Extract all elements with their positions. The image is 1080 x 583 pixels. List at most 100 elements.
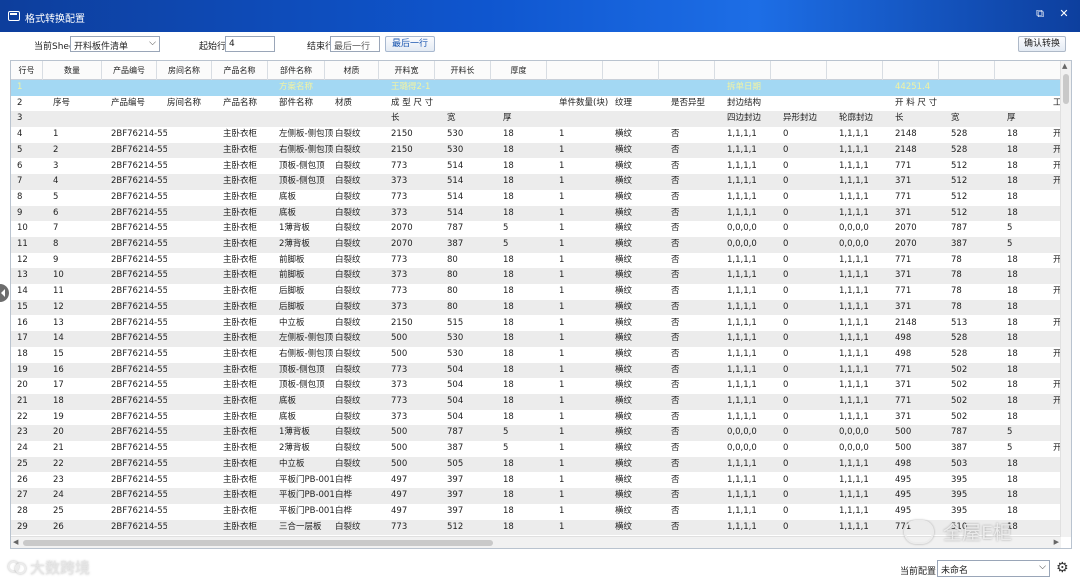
table-cell[interactable]: 18 (503, 347, 559, 363)
table-cell[interactable]: 横纹 (615, 190, 671, 206)
table-cell[interactable]: 1 (559, 457, 615, 473)
table-cell[interactable]: 18 (503, 143, 559, 159)
table-cell[interactable]: 王璐得2-1 (391, 80, 447, 96)
table-cell[interactable]: 1 (559, 363, 615, 379)
table-cell[interactable]: 505 (447, 457, 503, 473)
table-cell[interactable]: 512 (951, 190, 1007, 206)
table-cell[interactable] (167, 363, 223, 379)
table-cell[interactable]: 504 (447, 363, 503, 379)
table-cell[interactable]: 18 (503, 378, 559, 394)
table-cell[interactable]: 18 (17, 347, 57, 363)
table-cell[interactable]: 25 (17, 457, 57, 473)
gear-icon[interactable]: ⚙ (1056, 560, 1069, 576)
column-header-6[interactable]: 材质 (325, 61, 379, 80)
table-cell[interactable]: 2BF76214-55(主卧 (111, 363, 167, 379)
table-cell[interactable]: 1,1,1,1 (727, 520, 783, 536)
table-cell[interactable] (53, 80, 111, 96)
table-cell[interactable]: 498 (895, 457, 951, 473)
table-row[interactable]: 20172BF76214-55(主卧主卧衣柜顶板-侧包顶白裂纹373504181… (11, 378, 1061, 394)
table-cell[interactable]: 横纹 (615, 284, 671, 300)
table-cell[interactable]: 21 (17, 394, 57, 410)
table-row[interactable]: 632BF76214-55(主卧 主卧衣柜顶板-侧包顶白裂纹773514181横纹… (11, 159, 1061, 175)
column-header-3[interactable]: 房间名称 (157, 61, 212, 80)
table-cell[interactable]: 530 (447, 347, 503, 363)
table-cell[interactable]: 1,1,1,1 (839, 268, 895, 284)
table-cell[interactable]: 主卧衣柜 (223, 425, 281, 441)
table-cell[interactable]: 1 (559, 394, 615, 410)
table-cell[interactable]: 29 (17, 520, 57, 536)
table-cell[interactable]: 18 (503, 174, 559, 190)
table-cell[interactable]: 横纹 (615, 378, 671, 394)
table-cell[interactable]: 7 (53, 221, 111, 237)
table-cell[interactable]: 9 (53, 253, 111, 269)
table-row[interactable]: 21182BF76214-55(主卧主卧衣柜底板白裂纹773504181横纹否1… (11, 394, 1061, 410)
table-cell[interactable]: 0 (783, 300, 839, 316)
table-cell[interactable]: 371 (895, 410, 951, 426)
table-cell[interactable]: 1,1,1,1 (727, 190, 783, 206)
table-cell[interactable] (167, 253, 223, 269)
table-cell[interactable]: 2BF76214-55(主卧 (111, 127, 167, 143)
table-cell[interactable]: 80 (447, 268, 503, 284)
table-cell[interactable]: 80 (447, 300, 503, 316)
table-cell[interactable]: 2BF76214-55(主卧 (111, 488, 167, 504)
column-header-7[interactable]: 开料宽 (379, 61, 435, 80)
table-cell[interactable]: 白裂纹 (335, 425, 391, 441)
table-row[interactable]: 18152BF76214-55(主卧主卧衣柜右侧板-侧包顶白裂纹50053018… (11, 347, 1061, 363)
table-cell[interactable]: 1,1,1,1 (839, 253, 895, 269)
table-cell[interactable]: 787 (447, 221, 503, 237)
table-cell[interactable]: 横纹 (615, 473, 671, 489)
table-cell[interactable]: 白裂纹 (335, 363, 391, 379)
table-cell[interactable] (447, 96, 503, 112)
table-cell[interactable] (167, 520, 223, 536)
table-cell[interactable]: 371 (895, 378, 951, 394)
column-header-16[interactable] (883, 61, 939, 80)
table-cell[interactable]: 主卧衣柜 (223, 221, 281, 237)
table-cell[interactable]: 否 (671, 206, 727, 222)
table-cell[interactable]: 1 (559, 410, 615, 426)
table-cell[interactable]: 宽 (447, 111, 503, 127)
column-header-18[interactable] (995, 61, 1061, 80)
table-cell[interactable]: 397 (447, 504, 503, 520)
table-cell[interactable]: 78 (951, 300, 1007, 316)
table-cell[interactable]: 1,1,1,1 (727, 316, 783, 332)
table-cell[interactable]: 1,1,1,1 (839, 347, 895, 363)
table-cell[interactable] (615, 80, 671, 96)
table-cell[interactable]: 2070 (895, 221, 951, 237)
table-cell[interactable]: 白裂纹 (335, 174, 391, 190)
table-cell[interactable]: 前脚板 (279, 268, 335, 284)
table-cell[interactable]: 2150 (391, 316, 447, 332)
table-cell[interactable]: 白桦 (335, 488, 391, 504)
table-cell[interactable]: 2BF76214-55(主卧 (111, 174, 167, 190)
table-cell[interactable]: 502 (951, 378, 1007, 394)
table-cell[interactable] (167, 410, 223, 426)
table-cell[interactable]: 横纹 (615, 127, 671, 143)
table-cell[interactable]: 373 (391, 268, 447, 284)
table-cell[interactable]: 主卧衣柜 (223, 520, 281, 536)
horizontal-scrollbar[interactable]: ◀ ▶ (11, 536, 1061, 548)
start-row-input[interactable]: 4 (225, 36, 275, 52)
table-cell[interactable]: 513 (951, 316, 1007, 332)
table-cell[interactable]: 495 (895, 488, 951, 504)
table-cell[interactable]: 1 (559, 520, 615, 536)
table-cell[interactable]: 395 (951, 473, 1007, 489)
table-cell[interactable]: 主卧衣柜 (223, 253, 281, 269)
table-cell[interactable]: 白裂纹 (335, 127, 391, 143)
column-header-13[interactable] (715, 61, 771, 80)
table-cell[interactable]: 18 (503, 316, 559, 332)
table-cell[interactable]: 497 (391, 488, 447, 504)
table-cell[interactable]: 773 (391, 253, 447, 269)
table-cell[interactable]: 底板 (279, 394, 335, 410)
table-row[interactable]: 1072BF76214-55(主卧主卧衣柜1薄背板白裂纹207078751横纹否… (11, 221, 1061, 237)
table-cell[interactable]: 主卧衣柜 (223, 363, 281, 379)
table-cell[interactable]: 371 (895, 174, 951, 190)
table-cell[interactable]: 2070 (391, 237, 447, 253)
table-cell[interactable]: 1 (559, 473, 615, 489)
table-cell[interactable]: 0 (783, 316, 839, 332)
table-cell[interactable]: 497 (391, 504, 447, 520)
table-cell[interactable]: 771 (895, 190, 951, 206)
table-cell[interactable]: 1,1,1,1 (839, 473, 895, 489)
table-cell[interactable]: 主卧衣柜 (223, 394, 281, 410)
table-cell[interactable]: 2BF76214-55(主卧 (111, 425, 167, 441)
table-cell[interactable]: 512 (951, 159, 1007, 175)
table-cell[interactable]: 0 (783, 253, 839, 269)
